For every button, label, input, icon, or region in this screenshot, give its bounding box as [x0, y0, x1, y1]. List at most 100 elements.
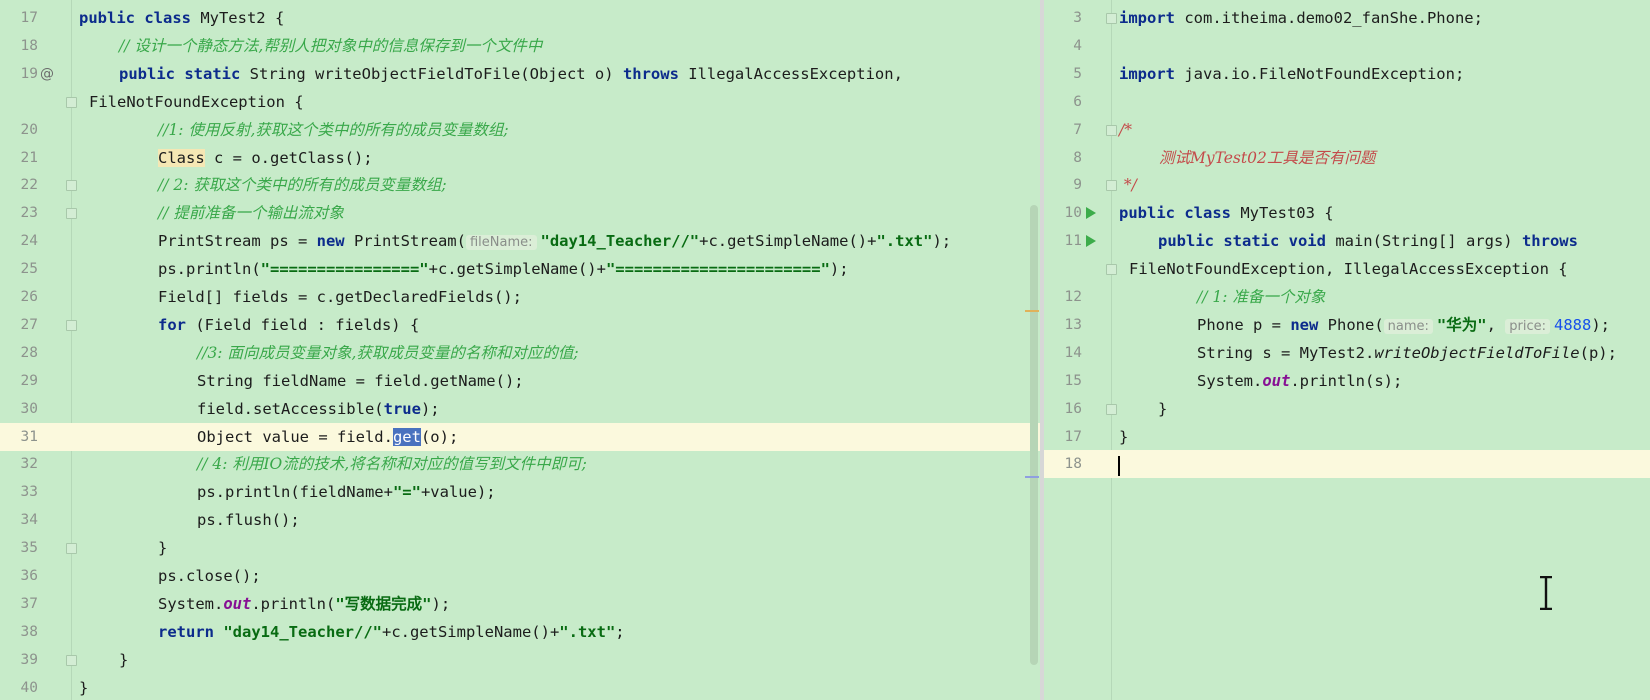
- line-number[interactable]: 8: [1044, 144, 1082, 172]
- code-text[interactable]: // 设计一个静态方法,帮别人把对象中的信息保存到一个文件中: [119, 32, 542, 60]
- line-number[interactable]: 17: [1044, 423, 1082, 451]
- line-number[interactable]: 17: [0, 4, 38, 32]
- code-line[interactable]: 40}: [0, 674, 1040, 700]
- code-text[interactable]: }: [1119, 423, 1128, 451]
- line-number[interactable]: 6: [1044, 88, 1082, 116]
- line-number[interactable]: 18: [1044, 450, 1082, 478]
- code-text[interactable]: // 2: 获取这个类中的所有的成员变量数组;: [158, 171, 447, 199]
- code-line[interactable]: 10 public class MyTest03 {: [1044, 199, 1650, 227]
- code-line[interactable]: 17 public class MyTest2 {: [0, 4, 1040, 32]
- code-line[interactable]: 26 Field[] fields = c.getDeclaredFields()…: [0, 283, 1040, 311]
- line-number[interactable]: 16: [1044, 395, 1082, 423]
- code-text[interactable]: Object value = field.get(o);: [197, 423, 458, 451]
- code-text[interactable]: //1: 使用反射,获取这个类中的所有的成员变量数组;: [158, 116, 509, 144]
- line-number[interactable]: 19: [0, 60, 38, 88]
- code-line[interactable]: 18 // 设计一个静态方法,帮别人把对象中的信息保存到一个文件中: [0, 32, 1040, 60]
- line-number[interactable]: 20: [0, 116, 38, 144]
- line-number[interactable]: 15: [1044, 367, 1082, 395]
- code-text[interactable]: System.out.println(s);: [1197, 367, 1402, 395]
- fold-icon[interactable]: [1106, 403, 1117, 415]
- line-number[interactable]: 27: [0, 311, 38, 339]
- line-number[interactable]: 4: [1044, 32, 1082, 60]
- usage-marker[interactable]: [1025, 476, 1039, 478]
- code-line[interactable]: 32 // 4: 利用IO流的技术,将名称和对应的值写到文件中即可;: [0, 450, 1040, 478]
- line-number[interactable]: 18: [0, 32, 38, 60]
- code-line[interactable]: 21 Class c = o.getClass();: [0, 144, 1040, 172]
- code-line[interactable]: 3 import com.itheima.demo02_fanShe.Phone;: [1044, 4, 1650, 32]
- code-text[interactable]: for (Field field : fields) {: [158, 311, 419, 339]
- code-line[interactable]: 27 for (Field field : fields) {: [0, 311, 1040, 339]
- line-number[interactable]: 29: [0, 367, 38, 395]
- code-line[interactable]: 18: [1044, 450, 1650, 479]
- override-at-icon[interactable]: @: [40, 60, 54, 88]
- line-number[interactable]: 22: [0, 171, 38, 199]
- code-line[interactable]: 30 field.setAccessible(true);: [0, 395, 1040, 423]
- code-line[interactable]: 24 PrintStream ps = new PrintStream(fileN…: [0, 227, 1040, 255]
- code-line[interactable]: 11 public static void main(String[] args)…: [1044, 227, 1650, 255]
- line-number[interactable]: 14: [1044, 339, 1082, 367]
- line-number[interactable]: 10: [1044, 199, 1082, 227]
- code-text[interactable]: //3: 面向成员变量对象,获取成员变量的名称和对应的值;: [197, 339, 579, 367]
- code-text[interactable]: public static String writeObjectFieldToF…: [119, 60, 903, 88]
- scrollbar-vertical[interactable]: [1030, 205, 1038, 665]
- code-line[interactable]: 20 //1: 使用反射,获取这个类中的所有的成员变量数组;: [0, 116, 1040, 144]
- code-text[interactable]: ps.println("================"+c.getSimpl…: [158, 255, 849, 283]
- line-number[interactable]: 32: [0, 450, 38, 478]
- code-text[interactable]: }: [158, 534, 167, 562]
- fold-icon[interactable]: [1106, 13, 1117, 24]
- code-text[interactable]: FileNotFoundException, IllegalAccessExce…: [1129, 255, 1568, 283]
- code-text[interactable]: */: [1119, 171, 1137, 199]
- code-line[interactable]: 22 // 2: 获取这个类中的所有的成员变量数组;: [0, 171, 1040, 199]
- fold-icon[interactable]: [66, 208, 77, 220]
- line-number[interactable]: 31: [0, 423, 38, 451]
- code-line[interactable]: 39}: [0, 646, 1040, 674]
- warning-marker[interactable]: [1025, 310, 1039, 312]
- code-line[interactable]: 29 String fieldName = field.getName();: [0, 367, 1040, 395]
- line-number[interactable]: 13: [1044, 311, 1082, 339]
- code-line[interactable]: FileNotFoundException, IllegalAccessExce…: [1044, 255, 1650, 283]
- fold-icon[interactable]: [66, 543, 77, 555]
- code-line[interactable]: FileNotFoundException {: [0, 88, 1040, 116]
- code-text[interactable]: public static void main(String[] args) t…: [1158, 227, 1578, 255]
- code-text[interactable]: /*: [1119, 116, 1132, 144]
- code-text[interactable]: PrintStream ps = new PrintStream(fileNam…: [158, 227, 951, 257]
- code-line[interactable]: 13 Phone p = new Phone(name: "华为", price: 4…: [1044, 311, 1650, 339]
- code-line[interactable]: 14 String s = MyTest2.writeObjectFieldToF…: [1044, 339, 1650, 367]
- line-number[interactable]: 23: [0, 199, 38, 227]
- code-text[interactable]: ps.close();: [158, 562, 261, 590]
- line-number[interactable]: 30: [0, 395, 38, 423]
- fold-icon[interactable]: [66, 319, 77, 331]
- code-text[interactable]: // 提前准备一个输出流对象: [158, 199, 344, 227]
- code-line[interactable]: 6: [1044, 88, 1650, 116]
- code-text[interactable]: field.setAccessible(true);: [197, 395, 440, 423]
- run-icon[interactable]: [1086, 207, 1096, 220]
- fold-icon[interactable]: [1106, 264, 1117, 276]
- code-line[interactable]: 8 测试MyTest02工具是否有问题: [1044, 144, 1650, 172]
- code-text[interactable]: }: [1158, 395, 1167, 423]
- line-number[interactable]: 39: [0, 646, 38, 674]
- editor-pane-left[interactable]: 17 public class MyTest2 { 18 // 设计一个静态方法,帮别…: [0, 0, 1040, 700]
- line-number[interactable]: 25: [0, 255, 38, 283]
- code-text[interactable]: ps.flush();: [197, 506, 300, 534]
- line-number[interactable]: 34: [0, 506, 38, 534]
- code-line[interactable]: 37 System.out.println("写数据完成");: [0, 590, 1040, 618]
- code-line[interactable]: 25 ps.println("================"+c.getSim…: [0, 255, 1040, 283]
- code-text[interactable]: }: [79, 674, 88, 700]
- code-line[interactable]: 28 //3: 面向成员变量对象,获取成员变量的名称和对应的值;: [0, 339, 1040, 367]
- code-text[interactable]: import java.io.FileNotFoundException;: [1119, 60, 1464, 88]
- line-number[interactable]: 38: [0, 618, 38, 646]
- fold-icon[interactable]: [1106, 180, 1117, 192]
- line-number[interactable]: 37: [0, 590, 38, 618]
- code-text[interactable]: public class MyTest03 {: [1119, 199, 1334, 227]
- line-number[interactable]: 33: [0, 478, 38, 506]
- run-icon[interactable]: [1086, 235, 1096, 248]
- code-text[interactable]: // 4: 利用IO流的技术,将名称和对应的值写到文件中即可;: [197, 450, 587, 478]
- code-text[interactable]: String fieldName = field.getName();: [197, 367, 524, 395]
- code-line[interactable]: 9 */: [1044, 171, 1650, 199]
- code-line[interactable]: 7 /*: [1044, 116, 1650, 144]
- code-text[interactable]: public class MyTest2 {: [79, 4, 284, 32]
- code-text[interactable]: }: [119, 646, 128, 674]
- code-text[interactable]: 测试MyTest02工具是否有问题: [1159, 144, 1375, 172]
- code-line[interactable]: 4: [1044, 32, 1650, 60]
- line-number[interactable]: 40: [0, 674, 38, 700]
